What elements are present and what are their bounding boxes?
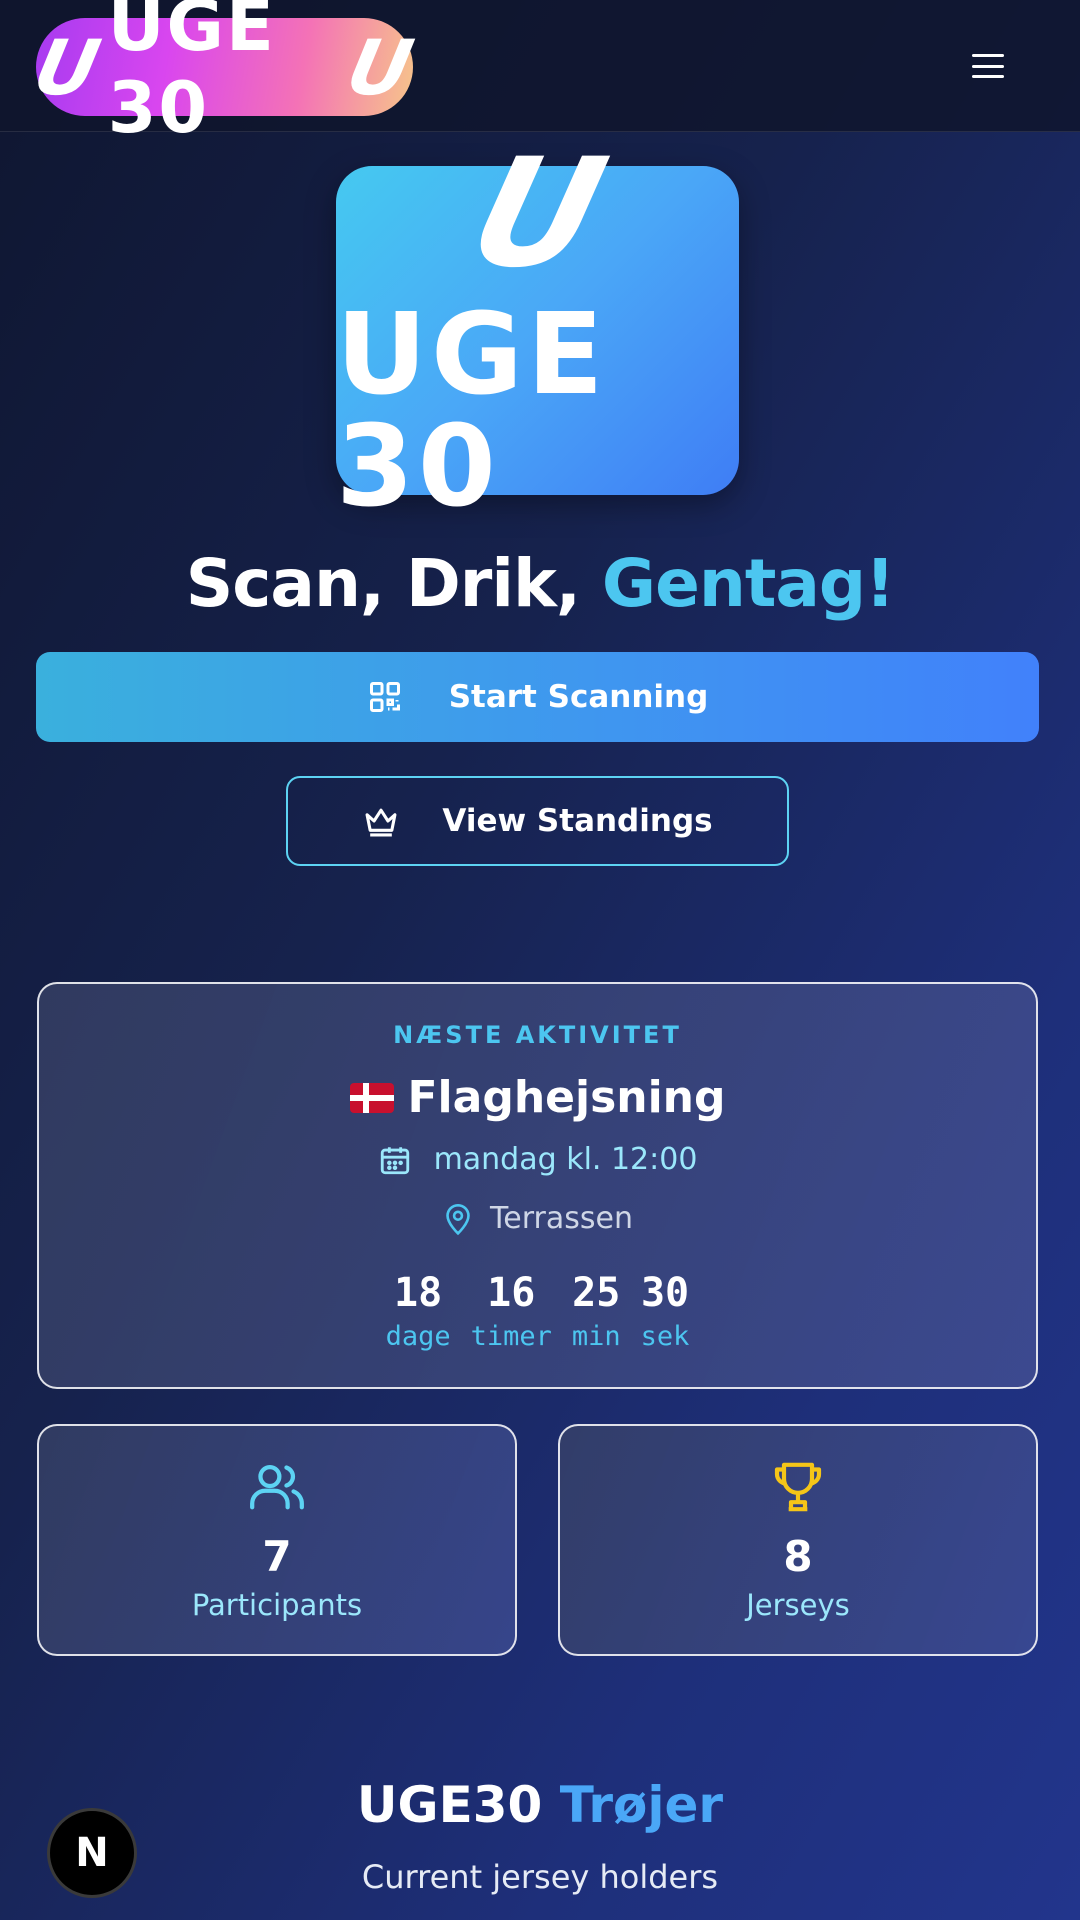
hero-logo: U UGE 30 (336, 127, 739, 523)
logo-u-mark-right: U (339, 22, 423, 112)
map-pin-icon (442, 1202, 474, 1236)
jerseys-count: 8 (783, 1532, 813, 1581)
jerseys-label: Jerseys (746, 1588, 850, 1622)
logo-text: UGE 30 (107, 0, 276, 149)
crown-icon (362, 804, 400, 838)
headline-accent: Gentag! (601, 545, 895, 622)
jerseys-section-subtitle: Current jersey holders (361, 1858, 719, 1896)
users-icon (39, 1460, 515, 1512)
participants-card[interactable]: 7 Participants (37, 1424, 517, 1656)
activity-time-text: mandag kl. 12:00 (433, 1142, 698, 1177)
activity-location-text: Terrassen (490, 1201, 633, 1236)
start-scanning-label: Start Scanning (448, 679, 709, 715)
logo-u-mark: U (26, 22, 110, 112)
countdown-timer: 18 dage 16 timer 25 min 30 sek (39, 1269, 1036, 1352)
calendar-icon (378, 1143, 412, 1177)
jerseys-section-title: UGE30 Trøjer (0, 1776, 1080, 1834)
view-standings-button[interactable]: View Standings (286, 776, 789, 866)
qr-code-icon (367, 679, 403, 715)
jerseys-title-text: UGE30 (356, 1776, 560, 1834)
page-headline: Scan, Drik, Gentag! (0, 545, 1080, 622)
countdown-seconds: 30 sek (640, 1270, 690, 1352)
dev-tools-badge[interactable]: N (47, 1808, 137, 1898)
danish-flag-icon (349, 1082, 394, 1113)
activity-title: Flaghejsning (39, 1072, 1036, 1123)
activity-location: Terrassen (39, 1201, 1036, 1236)
activity-title-text: Flaghejsning (407, 1072, 726, 1123)
trophy-icon (560, 1460, 1036, 1514)
next-activity-label: NÆSTE AKTIVITET (393, 1021, 682, 1049)
next-activity-card: NÆSTE AKTIVITET Flaghejsning mandag kl. … (37, 982, 1038, 1389)
countdown-days: 18 dage (385, 1270, 451, 1352)
view-standings-label: View Standings (442, 803, 713, 839)
start-scanning-button[interactable]: Start Scanning (36, 652, 1039, 742)
activity-time: mandag kl. 12:00 (39, 1142, 1036, 1177)
headline-text: Scan, Drik, (185, 545, 602, 622)
participants-count: 7 (262, 1532, 292, 1581)
hamburger-menu-icon[interactable] (960, 46, 1016, 86)
countdown-hours: 16 timer (470, 1270, 552, 1352)
top-navigation-bar: U UGE 30 U (0, 0, 1080, 149)
hero-logo-text: UGE 30 (336, 289, 608, 532)
app-logo[interactable]: U UGE 30 U (27, 0, 423, 149)
countdown-minutes: 25 min (571, 1270, 621, 1352)
participants-label: Participants (191, 1588, 363, 1622)
jerseys-card[interactable]: 8 Jerseys (558, 1424, 1038, 1656)
jerseys-title-accent: Trøjer (559, 1776, 724, 1834)
hero-logo-u-mark: U (454, 126, 621, 301)
